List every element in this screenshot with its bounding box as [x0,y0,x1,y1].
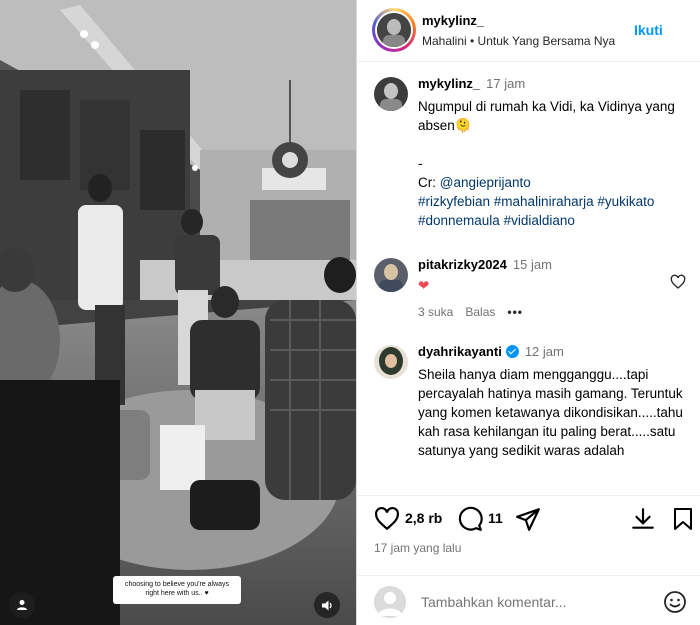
caption-author-avatar[interactable] [374,77,408,111]
comment-more-button[interactable]: ••• [507,305,523,319]
share-paper-plane-icon[interactable] [515,506,541,532]
comment-text: ❤ [418,278,430,293]
current-user-avatar [374,586,406,618]
credit-mention-link[interactable]: @angieprijanto [440,175,531,190]
caption-dash: - [418,156,423,171]
comment-likes-count[interactable]: 3 suka [418,305,453,319]
comment-input[interactable] [421,594,651,610]
caption-hashtags[interactable]: #rizkyfebian #mahaliniraharja #yukikato … [418,192,688,230]
comment-time: 12 jam [524,344,564,359]
like-heart-icon[interactable] [374,506,400,532]
comment-like-heart-icon[interactable] [670,274,686,290]
caption-username[interactable]: mykylinz_ [418,76,480,91]
author-avatar[interactable] [372,8,416,52]
bookmark-icon[interactable] [671,506,695,532]
user-icon [17,600,27,610]
reply-button[interactable]: Balas [465,305,495,319]
commenter-avatar[interactable] [374,345,408,379]
credit-prefix: Cr: [418,175,440,190]
commenter-username[interactable]: pitakrizky2024 [418,257,507,272]
commenter-avatar[interactable] [374,258,408,292]
post-detail-panel: mykylinz_ Mahalini • Untuk Yang Bersama … [356,0,700,625]
commenter-username[interactable]: dyahrikayanti [418,344,502,359]
follow-button[interactable]: Ikuti [634,22,663,38]
download-icon[interactable] [630,506,656,532]
tagged-users-button[interactable] [9,592,35,618]
video-text-sticker: choosing to believe you're always right … [113,576,241,604]
comment-count[interactable]: 11 [488,510,503,526]
verified-badge-icon [505,345,519,358]
post-actions-bar: 2,8 rb 11 17 jam yang lalu [357,495,700,565]
post-media[interactable]: choosing to believe you're always right … [0,0,356,625]
comments-list[interactable]: mykylinz_ 17 jam Ngumpul di rumah ka Vidi… [357,63,700,495]
post-photo [0,0,356,625]
post-header: mykylinz_ Mahalini • Untuk Yang Bersama … [357,0,700,62]
mute-button[interactable] [314,592,340,618]
caption-time: 17 jam [486,76,526,91]
caption-text: Ngumpul di rumah ka Vidi, ka Vidinya yan… [418,99,675,133]
comment-time: 15 jam [512,257,552,272]
audio-track-link[interactable]: Mahalini • Untuk Yang Bersama Nya [422,34,615,48]
speaker-icon [321,600,332,610]
post-timestamp: 17 jam yang lalu [374,541,462,555]
add-comment-bar [357,575,700,625]
author-username[interactable]: mykylinz_ [422,13,484,28]
comment-bubble-icon[interactable] [457,506,483,532]
emoji-smiley-icon[interactable] [663,590,687,614]
comment-text: Sheila hanya diam mengganggu....tapi per… [418,367,683,458]
like-count[interactable]: 2,8 rb [405,510,442,526]
